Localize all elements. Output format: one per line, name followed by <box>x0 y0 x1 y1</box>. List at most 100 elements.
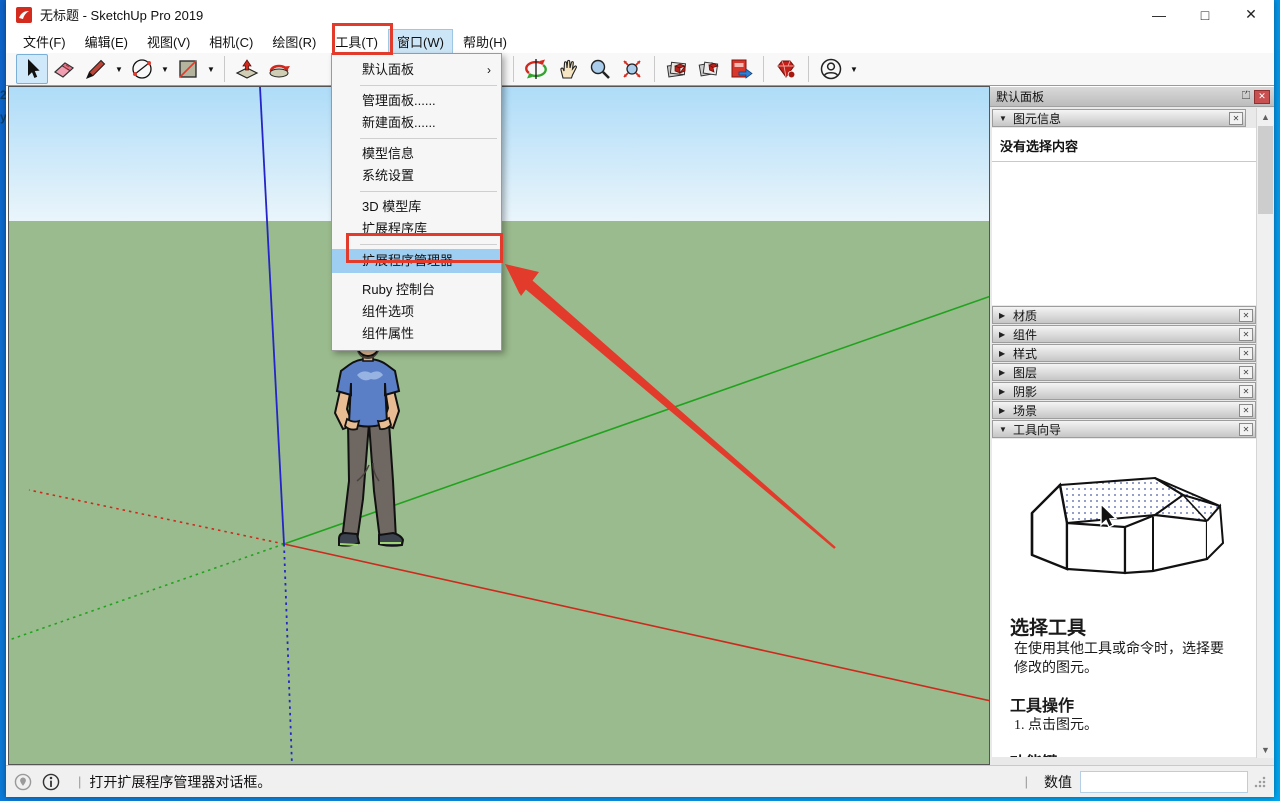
menu-view[interactable]: 视图(V) <box>138 29 199 54</box>
menu-item-component-options[interactable]: 组件选项 <box>332 301 501 323</box>
section-layers[interactable]: ▶ 图层 ✕ <box>992 363 1256 381</box>
chevron-right-icon: ▶ <box>999 406 1013 415</box>
toolbar: ▼ ▼ ▼ <box>6 53 1274 86</box>
instructor-heading: 选择工具 <box>1010 613 1256 640</box>
zoom-tool-button[interactable] <box>584 54 616 84</box>
menu-item-ruby-console[interactable]: Ruby 控制台 <box>332 279 501 301</box>
measurement-input[interactable] <box>1080 771 1248 793</box>
menu-item-component-attributes[interactable]: 组件属性 <box>332 323 501 345</box>
section-shadows[interactable]: ▶ 阴影 ✕ <box>992 382 1256 400</box>
maximize-button[interactable]: □ <box>1182 0 1228 29</box>
tray-title-bar[interactable]: 默认面板 ⏍ ✕ <box>990 87 1274 107</box>
section-close-button[interactable]: ✕ <box>1239 347 1253 360</box>
toolbar-separator <box>654 56 655 82</box>
section-close-button[interactable]: ✕ <box>1239 309 1253 322</box>
section-styles[interactable]: ▶ 样式 ✕ <box>992 344 1256 362</box>
menu-separator <box>332 187 501 196</box>
arc-tool-dropdown[interactable]: ▼ <box>158 54 172 84</box>
resize-grip[interactable] <box>1254 776 1266 788</box>
chevron-right-icon: ▶ <box>999 387 1013 396</box>
warehouse-button[interactable] <box>661 54 693 84</box>
eraser-tool-button[interactable] <box>48 54 80 84</box>
section-instructor[interactable]: ▼ 工具向导 ✕ <box>992 420 1256 438</box>
orbit-icon <box>524 57 548 81</box>
zoom-extents-tool-button[interactable] <box>616 54 648 84</box>
panel-scrollbar[interactable]: ▲ ▼ <box>1256 108 1273 758</box>
toolbar-separator <box>224 56 225 82</box>
rotate-tool-button[interactable] <box>263 54 295 84</box>
section-close-button[interactable]: ✕ <box>1239 328 1253 341</box>
section-entity-info[interactable]: ▼ 图元信息 ✕ <box>992 109 1246 127</box>
extension-warehouse-icon <box>774 57 798 81</box>
section-scenes[interactable]: ▶ 场景 ✕ <box>992 401 1256 419</box>
menu-separator <box>332 81 501 90</box>
menu-draw[interactable]: 绘图(R) <box>263 29 325 54</box>
close-button[interactable]: ✕ <box>1228 0 1274 29</box>
select-cursor-icon <box>20 57 44 81</box>
menu-help[interactable]: 帮助(H) <box>454 29 516 54</box>
instructor-operation-heading: 工具操作 <box>1010 692 1256 716</box>
menu-item-model-info[interactable]: 模型信息 <box>332 143 501 165</box>
chevron-down-icon: ▼ <box>999 425 1013 434</box>
line-tool-button[interactable] <box>80 54 112 84</box>
menu-edit[interactable]: 编辑(E) <box>76 29 137 54</box>
tray-close-button[interactable]: ✕ <box>1254 90 1270 104</box>
select-tool-button[interactable] <box>16 54 48 84</box>
chevron-right-icon: ▶ <box>999 330 1013 339</box>
section-close-button[interactable]: ✕ <box>1239 423 1253 436</box>
rectangle-tool-dropdown[interactable]: ▼ <box>204 54 218 84</box>
share-model-button[interactable] <box>725 54 757 84</box>
submenu-arrow-icon: › <box>487 59 491 81</box>
scroll-down-icon[interactable]: ▼ <box>1257 741 1274 758</box>
annotation-box-window-menu <box>332 23 393 55</box>
pan-hand-icon <box>556 57 580 81</box>
entity-info-empty-text: 没有选择内容 <box>992 128 1256 162</box>
section-close-button[interactable]: ✕ <box>1239 366 1253 379</box>
section-close-button[interactable]: ✕ <box>1229 112 1243 125</box>
orbit-tool-button[interactable] <box>520 54 552 84</box>
menu-file[interactable]: 文件(F) <box>14 29 75 54</box>
minimize-button[interactable]: — <box>1136 0 1182 29</box>
zoom-icon <box>588 57 612 81</box>
line-tool-dropdown[interactable]: ▼ <box>112 54 126 84</box>
menu-item-default-tray[interactable]: 默认面板 › <box>332 59 501 81</box>
section-label: 图层 <box>1013 364 1037 381</box>
section-materials[interactable]: ▶ 材质 ✕ <box>992 306 1256 324</box>
section-label: 组件 <box>1013 326 1037 343</box>
menu-item-3d-warehouse[interactable]: 3D 模型库 <box>332 196 501 218</box>
chevron-down-icon: ▼ <box>999 114 1013 123</box>
pushpull-tool-button[interactable] <box>231 54 263 84</box>
section-close-button[interactable]: ✕ <box>1239 385 1253 398</box>
section-components[interactable]: ▶ 组件 ✕ <box>992 325 1256 343</box>
status-separator: | <box>1025 774 1028 789</box>
menu-camera[interactable]: 相机(C) <box>200 29 262 54</box>
section-label: 图元信息 <box>1013 110 1061 127</box>
account-button[interactable] <box>815 54 847 84</box>
pencil-icon <box>84 57 108 81</box>
menu-item-preferences[interactable]: 系统设置 <box>332 165 501 187</box>
info-icon[interactable] <box>42 773 60 791</box>
section-label: 样式 <box>1013 345 1037 362</box>
menu-item-manage-trays[interactable]: 管理面板...... <box>332 90 501 112</box>
scroll-up-icon[interactable]: ▲ <box>1257 108 1274 125</box>
rectangle-tool-button[interactable] <box>172 54 204 84</box>
instructor-body: 选择工具 在使用其他工具或命令时，选择要修改的图元。 工具操作 1. 点击图元。… <box>992 439 1256 757</box>
menu-item-new-tray[interactable]: 新建面板...... <box>332 112 501 134</box>
menu-separator <box>332 134 501 143</box>
section-close-button[interactable]: ✕ <box>1239 404 1253 417</box>
arc-tool-button[interactable] <box>126 54 158 84</box>
toolbar-separator <box>513 56 514 82</box>
menu-item-label: 默认面板 <box>362 62 414 77</box>
chevron-right-icon: ▶ <box>999 349 1013 358</box>
pin-icon[interactable]: ⏍ <box>1238 89 1254 104</box>
pan-tool-button[interactable] <box>552 54 584 84</box>
geolocation-icon[interactable] <box>14 773 32 791</box>
account-icon <box>819 57 843 81</box>
share-component-button[interactable] <box>693 54 725 84</box>
menu-window[interactable]: 窗口(W) <box>388 29 453 54</box>
scrollbar-thumb[interactable] <box>1258 126 1273 214</box>
pushpull-icon <box>235 57 259 81</box>
extension-warehouse-button[interactable] <box>770 54 802 84</box>
account-dropdown[interactable]: ▼ <box>847 54 861 84</box>
section-label: 阴影 <box>1013 383 1037 400</box>
